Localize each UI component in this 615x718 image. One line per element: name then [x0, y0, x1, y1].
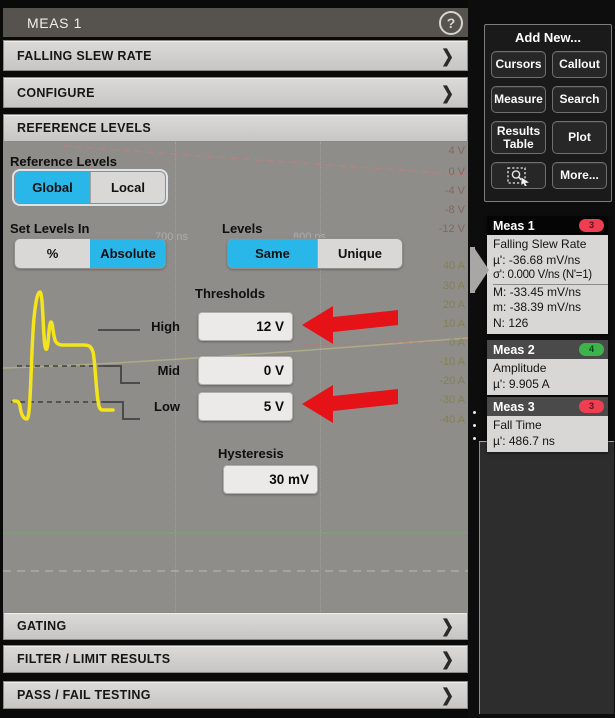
meas3-mean: µ': 486.7 ns [493, 434, 608, 450]
set-levels-in-label: Set Levels In [10, 221, 89, 236]
meas2-stats: Amplitude µ': 9.905 A [487, 359, 608, 395]
section-label: FILTER / LIMIT RESULTS [17, 652, 170, 666]
meas1-name: Meas 1 [493, 219, 535, 233]
section-label: FALLING SLEW RATE [17, 49, 152, 63]
graticule-amp-label: 30 A [443, 280, 465, 292]
add-new-panel: Add New... Cursors Callout Measure Searc… [484, 24, 612, 202]
section-label: PASS / FAIL TESTING [17, 688, 151, 702]
results-bar-area [479, 441, 614, 714]
graticule-amp-label: -40 A [439, 414, 465, 426]
section-configure[interactable]: CONFIGURE ❯ [3, 77, 468, 108]
graticule-amp-label: 0 A [449, 337, 465, 349]
section-label: REFERENCE LEVELS [17, 121, 151, 135]
section-gating[interactable]: GATING ❯ [3, 612, 468, 640]
graticule-volt-label: 4 V [448, 145, 465, 157]
graticule-amp-label: -20 A [439, 375, 465, 387]
meas3-count-badge: 3 [579, 400, 604, 413]
graticule-amp-label: -30 A [439, 394, 465, 406]
meas1-mean: µ': -36.68 mV/ns [493, 253, 608, 269]
annotation-arrow-low [300, 382, 400, 426]
add-new-buttons: Cursors Callout Measure Search Results T… [491, 51, 607, 189]
set-levels-percent-button[interactable]: % [15, 239, 90, 268]
waveform-levels-icon [3, 288, 143, 423]
meas1-min: m: -38.39 mV/ns [493, 300, 608, 316]
reference-levels-content: 700 ns 800 ns 4 V 0 V -4 V -8 V -12 V 40… [3, 142, 468, 612]
zoom-selection-button[interactable] [491, 162, 546, 189]
hysteresis-input[interactable]: 30 mV [223, 465, 318, 494]
annotation-arrow-high [300, 303, 400, 347]
meas3-badge[interactable]: Meas 3 3 Fall Time µ': 486.7 ns [487, 397, 608, 452]
chevron-right-icon: ❯ [441, 616, 454, 637]
section-falling-slew-rate[interactable]: FALLING SLEW RATE ❯ [3, 40, 468, 71]
meas3-header: Meas 3 3 [487, 397, 608, 416]
chevron-right-icon: ❯ [441, 685, 454, 706]
meas2-count-badge: 4 [579, 343, 604, 356]
add-search-button[interactable]: Search [552, 86, 607, 113]
section-label: CONFIGURE [17, 86, 95, 100]
section-filter-limit-results[interactable]: FILTER / LIMIT RESULTS ❯ [3, 645, 468, 673]
set-levels-toggle: % Absolute [14, 238, 166, 269]
zoom-selection-icon [506, 165, 532, 186]
threshold-high-input[interactable]: 12 V [198, 312, 293, 341]
levels-label: Levels [222, 221, 262, 236]
meas1-badge[interactable]: Meas 1 3 Falling Slew Rate µ': -36.68 mV… [487, 216, 608, 334]
add-new-title: Add New... [485, 30, 611, 45]
ref-mode-local-button[interactable]: Local [90, 172, 165, 203]
chevron-right-icon: ❯ [441, 82, 454, 103]
chevron-right-icon: ❯ [441, 45, 454, 66]
panel-title-bar: MEAS 1 ? [3, 8, 468, 37]
add-plot-button[interactable]: Plot [552, 121, 607, 154]
results-sidebar: Add New... Cursors Callout Measure Searc… [468, 0, 615, 718]
add-measure-button[interactable]: Measure [491, 86, 546, 113]
meas3-stats: Fall Time µ': 486.7 ns [487, 416, 608, 452]
threshold-mid-input[interactable]: 0 V [198, 356, 293, 385]
threshold-low-input[interactable]: 5 V [198, 392, 293, 421]
panel-title: MEAS 1 [27, 15, 82, 31]
graticule-amp-label: 20 A [443, 299, 465, 311]
ref-mode-global-button[interactable]: Global [15, 172, 90, 203]
meas3-type: Fall Time [493, 418, 608, 434]
graticule-volt-label: -12 V [439, 223, 465, 235]
section-pass-fail-testing[interactable]: PASS / FAIL TESTING ❯ [3, 681, 468, 709]
drag-handle-dots[interactable] [473, 411, 476, 440]
results-bar-collapse-handle[interactable] [470, 247, 490, 293]
add-results-table-button[interactable]: Results Table [491, 121, 546, 154]
meas2-badge[interactable]: Meas 2 4 Amplitude µ': 9.905 A [487, 340, 608, 395]
reference-levels-label: Reference Levels [10, 154, 117, 169]
thresholds-label: Thresholds [195, 286, 265, 301]
help-icon[interactable]: ? [439, 11, 463, 35]
graticule-amp-label: -10 A [439, 356, 465, 368]
add-more-button[interactable]: More... [552, 162, 607, 189]
meas1-population: N: 126 [493, 316, 608, 332]
section-reference-levels[interactable]: REFERENCE LEVELS [3, 114, 468, 142]
add-cursors-button[interactable]: Cursors [491, 51, 546, 78]
meas2-name: Meas 2 [493, 343, 535, 357]
graticule-volt-label: -8 V [445, 204, 465, 216]
meas1-type: Falling Slew Rate [493, 237, 608, 253]
graticule-volt-label: -4 V [445, 185, 465, 197]
graticule-volt-label: 0 V [448, 166, 465, 178]
meas2-type: Amplitude [493, 361, 608, 377]
meas1-max: M: -33.45 mV/ns [493, 285, 608, 301]
ref-mode-toggle: Global Local [14, 171, 166, 204]
meas2-mean: µ': 9.905 A [493, 377, 608, 393]
oscilloscope-screen: { "header": { "title": "MEAS 1", "help_i… [0, 0, 615, 718]
meas1-stddev: σ': 0.000 V/ns (N'=1) [493, 268, 608, 285]
levels-same-button[interactable]: Same [228, 239, 317, 268]
measurement-config-panel: MEAS 1 ? FALLING SLEW RATE ❯ CONFIGURE ❯… [3, 8, 468, 710]
section-label: GATING [17, 619, 66, 633]
chevron-right-icon: ❯ [441, 649, 454, 670]
levels-toggle: Same Unique [227, 238, 403, 269]
add-callout-button[interactable]: Callout [552, 51, 607, 78]
graticule-amp-label: 10 A [443, 318, 465, 330]
graticule-amp-label: 40 A [443, 260, 465, 272]
set-levels-absolute-button[interactable]: Absolute [90, 239, 165, 268]
meas1-count-badge: 3 [579, 219, 604, 232]
meas1-header: Meas 1 3 [487, 216, 608, 235]
levels-unique-button[interactable]: Unique [317, 239, 402, 268]
meas3-name: Meas 3 [493, 400, 535, 414]
hysteresis-label: Hysteresis [218, 446, 284, 461]
meas2-header: Meas 2 4 [487, 340, 608, 359]
meas1-stats: Falling Slew Rate µ': -36.68 mV/ns σ': 0… [487, 235, 608, 334]
